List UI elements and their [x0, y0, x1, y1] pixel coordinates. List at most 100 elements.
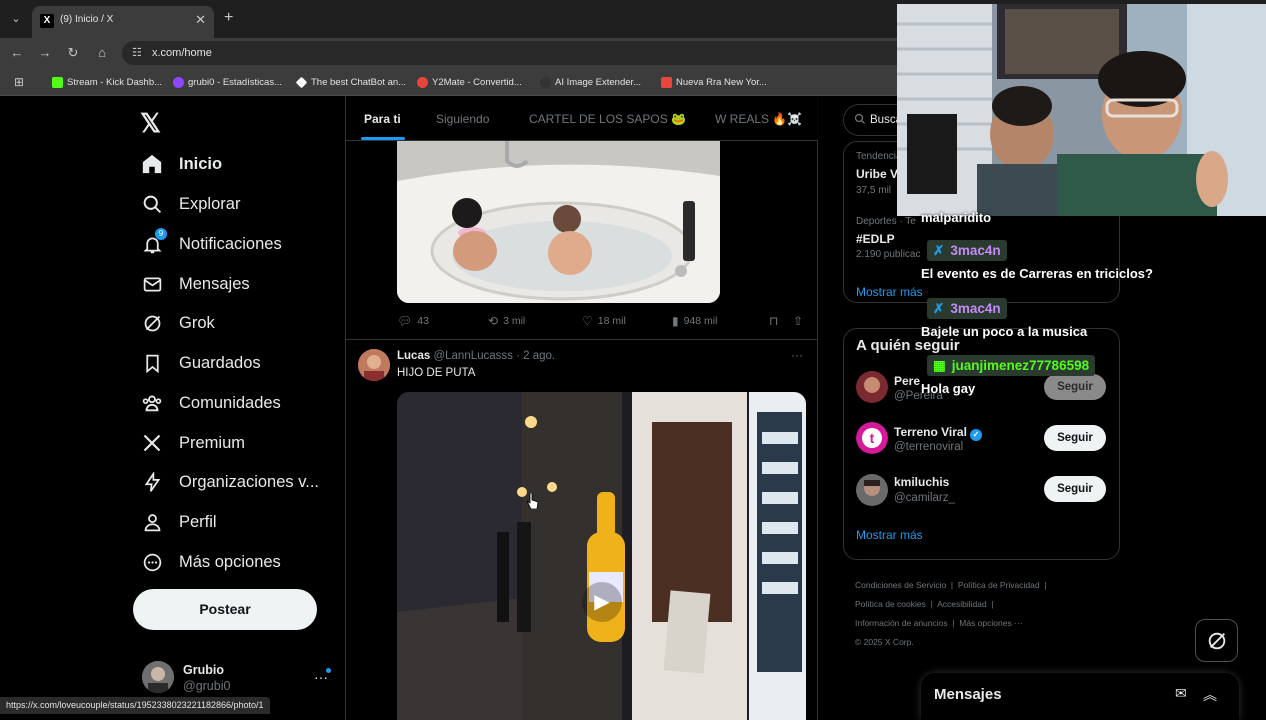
- nav-label: Premium: [179, 433, 246, 452]
- tweet-author-name[interactable]: Lucas: [397, 350, 430, 362]
- follow-button[interactable]: Seguir: [1044, 425, 1106, 451]
- expand-chevron-icon[interactable]: ︽: [1203, 685, 1217, 705]
- account-switcher[interactable]: Grubio @grubi0 ···: [142, 659, 342, 699]
- footer-link[interactable]: Más opciones ···: [959, 618, 1022, 628]
- nav-item-perfil[interactable]: Perfil: [140, 507, 217, 537]
- reply-button[interactable]: 💬︎ 43: [397, 314, 429, 328]
- new-tab-button[interactable]: +: [224, 9, 233, 27]
- address-bar[interactable]: ☷ x.com/home: [122, 41, 922, 65]
- trend-name[interactable]: #EDLP: [856, 232, 895, 246]
- suggested-account-name[interactable]: kmiluchis: [894, 475, 949, 489]
- bookmark-item[interactable]: The best ChatBot an...: [295, 75, 406, 89]
- chatbot-icon: [295, 76, 308, 88]
- post-button[interactable]: Postear: [133, 589, 317, 630]
- meta-separator: ·: [512, 350, 524, 362]
- site-settings-icon[interactable]: ☷: [132, 46, 142, 59]
- views-button[interactable]: ▮ 948 mil: [672, 314, 717, 328]
- follow-show-more-link[interactable]: Mostrar más: [856, 528, 923, 542]
- more-dots-icon[interactable]: ···: [791, 348, 803, 362]
- footer-link[interactable]: Condiciones de Servicio: [855, 580, 946, 590]
- tab-search-chevron-icon[interactable]: ⌄: [6, 9, 26, 29]
- messages-drawer[interactable]: Mensajes ✉ ︽: [921, 673, 1239, 720]
- share-icon: ⇧: [793, 314, 804, 328]
- footer-link[interactable]: Política de cookies: [855, 599, 926, 609]
- like-button[interactable]: ♡ 18 mil: [582, 314, 626, 328]
- nav-item-notificaciones[interactable]: 9 Notificaciones: [140, 228, 282, 259]
- unread-dot: [326, 668, 331, 673]
- bookmark-item[interactable]: Y2Mate - Convertid...: [417, 75, 522, 89]
- footer-link[interactable]: Política de Privacidad: [958, 580, 1040, 590]
- trends-show-more-link[interactable]: Mostrar más: [856, 285, 923, 299]
- follow-button[interactable]: Seguir: [1044, 476, 1106, 502]
- tweet-author-handle[interactable]: @LannLucasss: [433, 350, 512, 362]
- account-name: Grubio: [183, 663, 224, 677]
- back-arrow-icon[interactable]: ←: [8, 44, 26, 62]
- bookmark-item[interactable]: grubi0 - Estadísticas...: [173, 75, 282, 89]
- ai-image-icon: [540, 76, 551, 88]
- heart-icon: ♡: [582, 314, 593, 328]
- bookmark-label: Stream - Kick Dashb...: [67, 76, 163, 88]
- nav-item-comunidades[interactable]: Comunidades: [140, 388, 281, 418]
- browser-tab-active[interactable]: X (9) Inicio / X ✕: [32, 6, 214, 38]
- nav-label: Organizaciones v...: [179, 472, 320, 491]
- footer-link[interactable]: Información de anuncios: [855, 618, 948, 628]
- suggested-account-name[interactable]: Terreno Viral ✓: [894, 425, 982, 441]
- tab-siguiendo[interactable]: Siguiendo: [436, 112, 489, 126]
- tab-para-ti[interactable]: Para ti: [364, 112, 401, 126]
- bookmark-item[interactable]: Nueva Rra New Yor...: [661, 75, 767, 89]
- nav-item-explorar[interactable]: Explorar: [140, 189, 240, 219]
- grok-float-button[interactable]: [1195, 619, 1238, 662]
- avatar[interactable]: [856, 474, 888, 506]
- account-handle: @grubi0: [183, 679, 231, 693]
- tweet-photo[interactable]: [397, 141, 720, 303]
- chat-message: Hola gay: [921, 381, 976, 396]
- more-circle-icon: [140, 550, 164, 574]
- forward-arrow-icon[interactable]: →: [36, 44, 54, 62]
- suggested-account-handle: @terrenoviral: [894, 441, 964, 453]
- x-logo-icon[interactable]: 𝕏: [140, 108, 161, 139]
- play-icon[interactable]: ▶: [582, 582, 622, 622]
- avatar[interactable]: [856, 371, 888, 403]
- tweet-date[interactable]: 2 ago.: [523, 350, 555, 362]
- nav-item-mas-opciones[interactable]: Más opciones: [140, 547, 281, 577]
- nav-item-grok[interactable]: Grok: [140, 308, 215, 338]
- avatar[interactable]: t: [856, 422, 888, 454]
- apps-grid-icon[interactable]: ⊞: [14, 75, 24, 89]
- bookmark-label: grubi0 - Estadísticas...: [188, 76, 282, 88]
- lightning-icon: [140, 470, 164, 494]
- tab-close-icon[interactable]: ✕: [195, 12, 206, 28]
- tweet-actions: 💬︎ 43 ⟲ 3 mil ♡ 18 mil ▮ 948 mil ⊓ ⇧: [397, 314, 807, 330]
- notification-count-badge: 9: [155, 228, 167, 240]
- share-button[interactable]: ⇧: [793, 314, 803, 328]
- svg-text:t: t: [870, 430, 875, 446]
- tweet-video[interactable]: [397, 392, 806, 720]
- copyright-text: © 2025 X Corp.: [855, 637, 914, 647]
- chat-username: juanjimenez77786598: [951, 358, 1090, 373]
- nav-item-premium[interactable]: Premium: [140, 428, 245, 458]
- verified-badge-icon: ✓: [969, 429, 982, 441]
- reply-count: 43: [417, 315, 429, 327]
- trend-name[interactable]: Uribe V: [856, 167, 898, 181]
- nav-label: Grok: [179, 313, 215, 332]
- footer-link[interactable]: Accesibilidad: [937, 599, 987, 609]
- home-button-icon[interactable]: ⌂: [93, 44, 111, 62]
- nav-item-mensajes[interactable]: Mensajes: [140, 269, 250, 299]
- tab-w-reals[interactable]: W REALS 🔥☠️: [715, 112, 802, 126]
- nav-label: Mensajes: [179, 274, 250, 293]
- avatar[interactable]: [358, 349, 390, 381]
- nav-label: Comunidades: [179, 393, 281, 412]
- x-premium-icon: [140, 431, 164, 455]
- address-bar-url[interactable]: x.com/home: [152, 47, 212, 59]
- nav-item-guardados[interactable]: Guardados: [140, 348, 261, 378]
- bookmark-item[interactable]: Stream - Kick Dashb...: [52, 75, 162, 89]
- communities-icon: [140, 391, 164, 415]
- bookmark-item[interactable]: AI Image Extender...: [540, 75, 641, 89]
- new-message-icon[interactable]: ✉: [1175, 685, 1187, 702]
- chat-message: Bajele un poco a la musica: [921, 324, 1088, 339]
- tab-cartel-de-los-sapos[interactable]: CARTEL DE LOS SAPOS 🐸: [529, 112, 686, 126]
- repost-button[interactable]: ⟲ 3 mil: [488, 314, 525, 328]
- bookmark-tweet-button[interactable]: ⊓: [769, 314, 778, 328]
- nav-item-inicio[interactable]: Inicio: [140, 149, 222, 179]
- nav-item-organizaciones[interactable]: Organizaciones v...: [140, 467, 319, 497]
- reload-icon[interactable]: ↻: [64, 44, 82, 62]
